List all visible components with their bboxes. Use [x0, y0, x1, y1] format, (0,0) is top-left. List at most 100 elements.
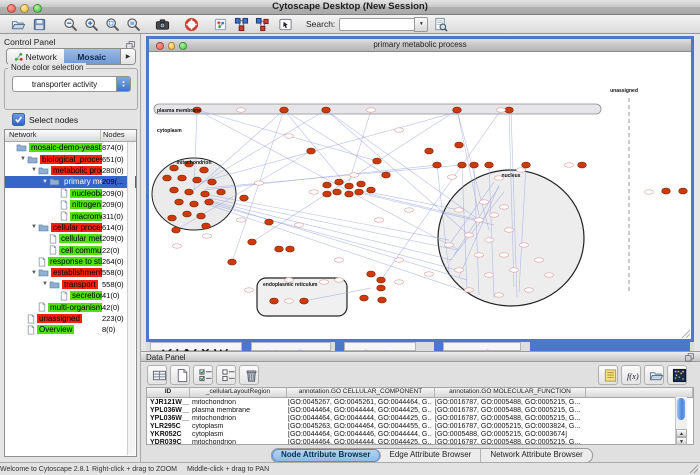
graph-node[interactable]: [505, 107, 514, 113]
graph-node[interactable]: [208, 179, 217, 185]
graph-node[interactable]: [378, 297, 387, 303]
search-dropdown-icon[interactable]: ▼: [414, 17, 428, 32]
table-column-header[interactable]: ID: [147, 388, 190, 397]
tab-network[interactable]: Network: [7, 49, 64, 64]
unselect-all-attributes-button[interactable]: [216, 365, 236, 385]
graph-node[interactable]: [197, 213, 206, 219]
graph-node[interactable]: [367, 271, 376, 277]
graph-node[interactable]: [458, 162, 467, 168]
graph-node-label[interactable]: [444, 243, 453, 247]
table-column-header[interactable]: annotation.GO MOLECULAR_FUNCTION: [435, 388, 586, 397]
tab-node-attribute-browser[interactable]: Node Attribute Browser: [272, 449, 381, 462]
graph-edge[interactable]: [209, 195, 449, 240]
tab-overflow-arrow-icon[interactable]: ▶: [120, 49, 135, 64]
tree-row[interactable]: ▼establishment of lo558(0): [5, 267, 136, 278]
graph-node-label[interactable]: [236, 218, 245, 222]
graph-node-label[interactable]: [544, 273, 553, 277]
graph-node-label[interactable]: [484, 238, 493, 242]
tab-edge-attribute-browser[interactable]: Edge Attribute Browser: [381, 449, 482, 462]
tree-row[interactable]: ▼biological_process651(0): [5, 153, 136, 164]
graph-node[interactable]: [168, 215, 177, 221]
network-window-titlebar[interactable]: primary metabolic process: [149, 39, 691, 52]
unselect-all-attributes-icon[interactable]: [221, 367, 236, 384]
graph-edge[interactable]: [207, 203, 457, 270]
network-minimize-button[interactable]: [168, 42, 176, 50]
graph-node[interactable]: [425, 148, 434, 154]
tree-row[interactable]: Overview8(0): [5, 324, 136, 335]
graph-node[interactable]: [679, 188, 688, 194]
node-color-dropdown[interactable]: transporter activity ▲▼: [12, 76, 131, 92]
graph-node[interactable]: [335, 179, 344, 185]
graph-node-label[interactable]: [424, 272, 433, 276]
graph-node[interactable]: [201, 191, 210, 197]
zoom-button[interactable]: [33, 4, 42, 13]
tree-row[interactable]: macromolecule311(0): [5, 210, 136, 221]
background-window-fragment[interactable]: [150, 342, 242, 351]
graph-node-label[interactable]: [366, 108, 375, 112]
zoom-in-icon[interactable]: [83, 16, 100, 33]
graph-node-label[interactable]: [564, 163, 573, 167]
background-window-fragment[interactable]: [251, 342, 331, 351]
graph-edge[interactable]: [201, 112, 457, 182]
float-panel-icon[interactable]: [126, 37, 135, 46]
function-builder-icon[interactable]: f(x): [626, 367, 641, 384]
tree-row[interactable]: cellular metabo209(0): [5, 233, 136, 244]
select-attributes-button[interactable]: [147, 365, 167, 385]
graph-node[interactable]: [522, 162, 531, 168]
background-window-edge[interactable]: [434, 342, 443, 351]
tree-col-network[interactable]: Network: [5, 130, 101, 141]
table-row[interactable]: YPL036W__2plasma membrane[GO:0044464, GO…: [147, 406, 693, 414]
graph-edge[interactable]: [284, 110, 344, 182]
graph-node-label[interactable]: [394, 258, 403, 262]
graph-node[interactable]: [367, 187, 376, 193]
graph-node-label[interactable]: [496, 108, 505, 112]
graph-node[interactable]: [377, 285, 386, 291]
graph-node-label[interactable]: [516, 168, 525, 172]
table-row[interactable]: YKR052Ccytoplasm[GO:0044464, GO:0044446,…: [147, 430, 693, 438]
graph-node-label[interactable]: [394, 280, 403, 284]
graph-node-label[interactable]: [334, 278, 343, 282]
graph-node-label[interactable]: [244, 288, 253, 292]
zoom-out-icon[interactable]: [62, 16, 79, 33]
graph-node[interactable]: [202, 223, 211, 229]
function-builder-button[interactable]: f(x): [621, 365, 641, 385]
graph-node[interactable]: [345, 191, 354, 197]
graph-node-label[interactable]: [349, 173, 358, 177]
take-snapshot-icon[interactable]: [154, 16, 171, 33]
search-input[interactable]: [339, 18, 414, 31]
scroll-down-button[interactable]: ▼: [676, 437, 687, 445]
graph-node-label[interactable]: [519, 243, 528, 247]
graph-node-label[interactable]: [509, 268, 518, 272]
table-row[interactable]: YPL036W__1mitochondrion[GO:0044464, GO:0…: [147, 414, 693, 422]
annotation-tool-icon[interactable]: [277, 16, 294, 33]
graph-node[interactable]: [455, 142, 464, 148]
graph-node-label[interactable]: [454, 268, 463, 272]
graph-node-label[interactable]: [499, 205, 508, 209]
graph-node-label[interactable]: [464, 288, 473, 292]
graph-node-label[interactable]: [404, 208, 413, 212]
graph-node[interactable]: [470, 162, 479, 168]
expand-triangle-icon[interactable]: ▼: [41, 281, 49, 287]
graph-edge[interactable]: [359, 190, 459, 210]
graph-node[interactable]: [433, 162, 442, 168]
graph-node[interactable]: [200, 167, 209, 173]
delete-attribute-icon[interactable]: [244, 367, 259, 384]
zoom-to-fit-icon[interactable]: [125, 16, 142, 33]
tree-row[interactable]: nitrogen compo209(0): [5, 199, 136, 210]
graph-node[interactable]: [345, 183, 354, 189]
graph-node-label[interactable]: [294, 223, 303, 227]
create-network-icon[interactable]: [212, 16, 229, 33]
help-icon[interactable]: [183, 16, 200, 33]
create-network-from-selection-icon[interactable]: [233, 16, 250, 33]
expand-triangle-icon[interactable]: ▼: [30, 224, 38, 230]
graph-node[interactable]: [178, 175, 187, 181]
destroy-network-icon[interactable]: [254, 16, 271, 33]
tab-mosaic[interactable]: Mosaic: [64, 49, 121, 64]
graph-node[interactable]: [662, 188, 671, 194]
graph-node[interactable]: [172, 227, 181, 233]
graph-edge[interactable]: [206, 165, 462, 188]
graph-node[interactable]: [163, 175, 172, 181]
tree-row[interactable]: cell communicat22(0): [5, 245, 136, 256]
graph-node[interactable]: [217, 189, 226, 195]
graph-node-label[interactable]: [236, 108, 245, 112]
